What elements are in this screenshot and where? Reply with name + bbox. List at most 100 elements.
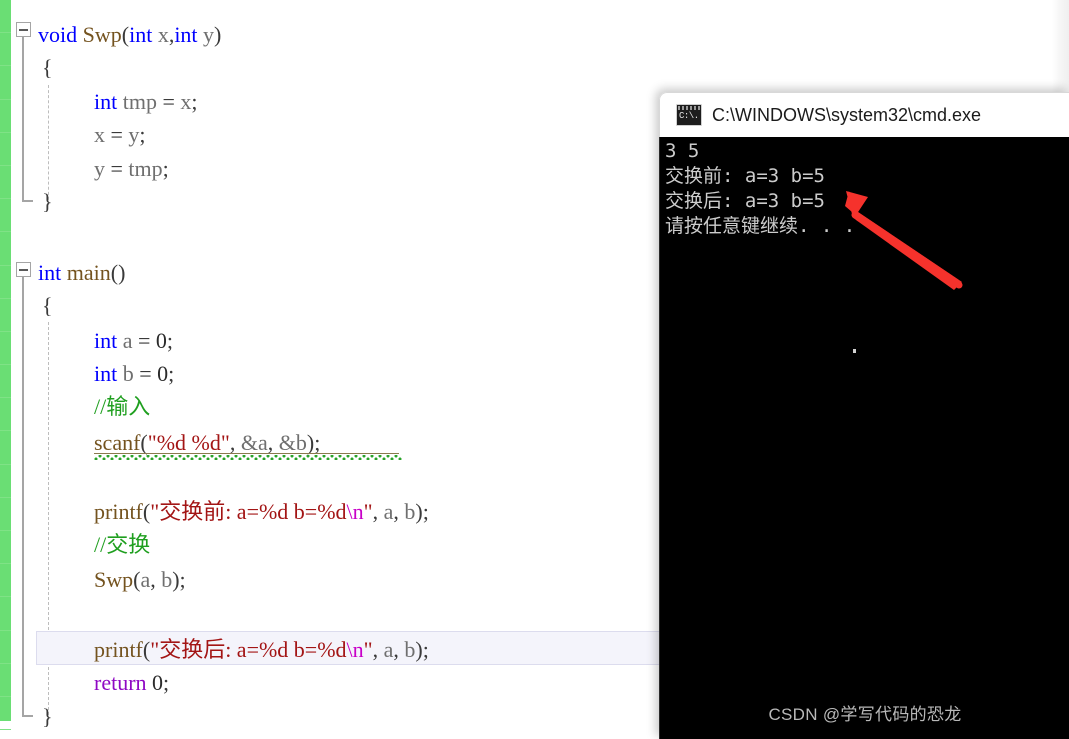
- token-punct: ;: [168, 361, 175, 386]
- token-string: "交换后: a=%d b=%d: [150, 637, 347, 662]
- code-line[interactable]: int tmp = x;: [94, 85, 198, 118]
- token-punct: (: [140, 430, 148, 455]
- token-operator: =: [138, 328, 151, 353]
- token-identifier: &b: [278, 430, 307, 455]
- code-line[interactable]: }: [42, 185, 53, 218]
- cmd-output-area[interactable]: 3 5 交换前: a=3 b=5 交换后: a=3 b=5 请按任意键继续. .…: [659, 137, 1069, 739]
- token-keyword: void: [38, 22, 78, 47]
- token-punct: ;: [422, 637, 429, 662]
- token-identifier: b: [122, 361, 134, 386]
- token-identifier: a: [383, 499, 394, 524]
- token-punct: ;: [191, 89, 198, 114]
- token-punct: ;: [162, 156, 169, 181]
- token-keyword: int: [38, 260, 62, 285]
- token-brace: {: [42, 55, 53, 80]
- token-identifier: b: [404, 499, 416, 524]
- token-identifier: b: [404, 637, 416, 662]
- token-operator: =: [110, 122, 123, 147]
- code-line[interactable]: return 0;: [94, 666, 169, 699]
- token-function-name: printf: [94, 637, 143, 662]
- token-comment: //交换: [94, 532, 151, 557]
- code-line[interactable]: int b = 0;: [94, 357, 174, 390]
- token-identifier: y: [128, 122, 140, 147]
- token-punct: ;: [314, 430, 321, 455]
- code-line[interactable]: //输入: [94, 390, 150, 423]
- token-punct: ): [172, 567, 180, 592]
- token-punct: ;: [163, 670, 170, 695]
- code-line[interactable]: {: [42, 51, 53, 84]
- token-punct: ): [118, 260, 126, 285]
- code-line[interactable]: //交换: [94, 528, 150, 561]
- token-function-name: printf: [94, 499, 143, 524]
- code-line[interactable]: int main(): [38, 256, 125, 289]
- token-punct: ;: [166, 328, 174, 353]
- token-punct: ;: [422, 499, 429, 524]
- code-line[interactable]: {: [42, 289, 53, 322]
- token-identifier: a: [140, 567, 151, 592]
- token-brace: {: [42, 293, 53, 318]
- token-punct: ;: [139, 122, 146, 147]
- token-brace: }: [42, 189, 53, 214]
- token-escape: \n: [346, 499, 364, 524]
- token-punct: ): [415, 637, 423, 662]
- cmd-output-text: 3 5 交换前: a=3 b=5 交换后: a=3 b=5 请按任意键继续. .…: [665, 140, 856, 237]
- token-identifier: y: [94, 156, 105, 181]
- token-identifier: x: [94, 122, 105, 147]
- token-identifier: a: [383, 637, 394, 662]
- cmd-titlebar[interactable]: C:\. C:\WINDOWS\system32\cmd.exe: [659, 92, 1069, 137]
- cmd-console-icon: C:\.: [676, 104, 702, 126]
- cmd-window-title: C:\WINDOWS\system32\cmd.exe: [712, 104, 982, 125]
- code-line[interactable]: printf("交换前: a=%d b=%d\n", a, b);: [94, 495, 429, 528]
- token-string: ": [363, 637, 373, 662]
- token-number: 0: [155, 328, 167, 353]
- token-number: 0: [157, 361, 169, 386]
- token-identifier: b: [161, 567, 173, 592]
- cmd-cursor: [853, 349, 856, 353]
- token-number: 0: [152, 670, 164, 695]
- token-identifier: x: [157, 22, 169, 47]
- code-line[interactable]: y = tmp;: [94, 152, 169, 185]
- code-line[interactable]: Swp(a, b);: [94, 563, 186, 596]
- token-operator: =: [110, 156, 123, 181]
- cmd-console-window[interactable]: C:\. C:\WINDOWS\system32\cmd.exe 3 5 交换前…: [659, 92, 1069, 739]
- token-comment: //输入: [94, 394, 151, 419]
- token-brace: }: [42, 704, 53, 729]
- code-line-current[interactable]: printf("交换后: a=%d b=%d\n", a, b);: [94, 633, 429, 666]
- scanf-underline: [94, 453, 399, 454]
- token-punct: ;: [179, 567, 186, 592]
- token-identifier: a: [122, 328, 133, 353]
- token-keyword: return: [94, 670, 147, 695]
- token-operator: =: [162, 89, 175, 114]
- token-escape: \n: [346, 637, 364, 662]
- code-line[interactable]: x = y;: [94, 118, 146, 151]
- scanf-error-squiggle: [94, 455, 402, 460]
- token-string: "交换前: a=%d b=%d: [150, 499, 347, 524]
- screenshot-root: void Swp(int x,int y) { int tmp = x; x =…: [0, 0, 1069, 739]
- token-identifier: &a: [240, 430, 268, 455]
- token-function-name: Swp: [82, 22, 122, 47]
- token-identifier: x: [180, 89, 192, 114]
- token-identifier: tmp: [122, 89, 157, 114]
- code-line[interactable]: }: [42, 700, 53, 733]
- code-line[interactable]: void Swp(int x,int y): [38, 18, 221, 51]
- cmd-icon-label: C:\.: [679, 111, 699, 121]
- token-string: "%d %d": [147, 430, 230, 455]
- token-identifier: tmp: [128, 156, 163, 181]
- token-string: ": [363, 499, 373, 524]
- token-operator: =: [139, 361, 152, 386]
- token-function-name: scanf: [94, 430, 141, 455]
- code-line[interactable]: int a = 0;: [94, 324, 173, 357]
- token-punct: (: [121, 22, 130, 47]
- token-identifier: y: [203, 22, 215, 47]
- token-keyword: int: [94, 328, 118, 353]
- token-function-name: Swp: [94, 567, 134, 592]
- csdn-watermark: CSDN @学写代码的恐龙: [768, 705, 962, 724]
- token-punct: (: [110, 260, 119, 285]
- token-function-name: main: [66, 260, 111, 285]
- token-keyword: int: [129, 22, 153, 47]
- token-punct: ): [415, 499, 423, 524]
- token-punct: ): [214, 22, 222, 47]
- token-keyword: int: [174, 22, 198, 47]
- token-keyword: int: [94, 361, 118, 386]
- token-keyword: int: [94, 89, 118, 114]
